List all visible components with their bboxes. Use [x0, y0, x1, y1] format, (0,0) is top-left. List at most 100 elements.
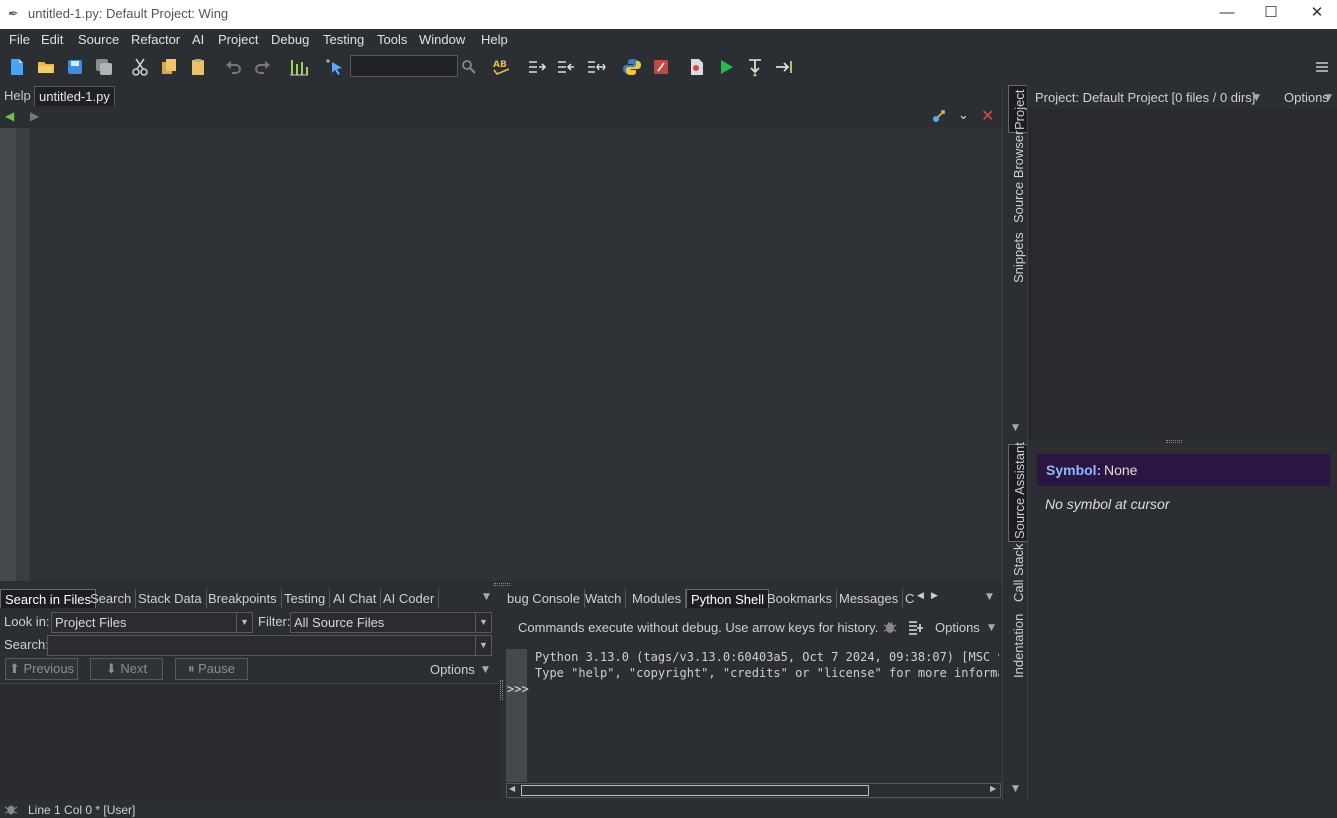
menu-ai[interactable]: AI — [192, 32, 204, 47]
tab-c[interactable]: C — [901, 589, 918, 608]
tab-debug-console[interactable]: bug Console — [503, 589, 585, 608]
previous-button[interactable]: ⬆ Previous — [5, 658, 78, 680]
tab-modules[interactable]: Modules — [628, 589, 687, 608]
menu-source[interactable]: Source — [78, 32, 119, 47]
tab-scroll-right-icon[interactable]: ▶ — [931, 591, 938, 601]
chevron-down-icon[interactable]: ▼ — [988, 623, 995, 633]
editor-options-icon[interactable] — [931, 108, 947, 124]
horizontal-scrollbar[interactable]: ◀ ▶ — [506, 783, 1001, 798]
shell-options-menu[interactable]: Options — [935, 620, 980, 635]
shell-output[interactable]: >>> Python 3.13.0 (tags/v3.13.0:60403a5,… — [506, 649, 1001, 782]
tab-search-in-files[interactable]: Search in Files — [0, 589, 96, 608]
outdent-icon[interactable] — [556, 57, 576, 77]
bug-icon[interactable] — [882, 619, 898, 635]
menu-tools[interactable]: Tools — [377, 32, 407, 47]
next-button[interactable]: ⬇ Next — [90, 658, 163, 680]
left-options-menu[interactable]: Options — [430, 662, 475, 677]
reformat-icon[interactable] — [586, 57, 606, 77]
chevron-down-icon[interactable]: ⌄ — [958, 108, 969, 123]
debug-status-icon[interactable] — [4, 802, 18, 816]
tab-help[interactable]: Help — [0, 86, 35, 106]
menu-help[interactable]: Help — [481, 32, 508, 47]
indent-icon[interactable] — [527, 57, 547, 77]
project-options-menu[interactable]: Options — [1284, 90, 1329, 105]
scrollbar-thumb[interactable] — [521, 785, 869, 796]
menu-window[interactable]: Window — [419, 32, 465, 47]
spell-check-icon[interactable]: AB — [492, 57, 512, 77]
panel-menu-arrow-icon[interactable]: ▼ — [483, 592, 490, 602]
search-results-list[interactable] — [0, 683, 499, 800]
filter-select[interactable]: All Source Files ▼ — [290, 612, 492, 633]
menu-edit[interactable]: Edit — [41, 32, 63, 47]
undo-icon[interactable] — [224, 57, 244, 77]
toolbar-search-input[interactable] — [350, 55, 458, 77]
back-arrow-icon[interactable]: ◀ — [5, 109, 14, 123]
tab-search[interactable]: Search — [86, 589, 137, 608]
scroll-right-icon[interactable]: ▶ — [990, 784, 996, 793]
menu-refactor[interactable]: Refactor — [131, 32, 180, 47]
select-pointer-icon[interactable] — [325, 57, 345, 77]
minimize-button[interactable]: — — [1212, 3, 1242, 25]
search-input[interactable]: ▼ — [47, 635, 492, 656]
shell-actions-icon[interactable] — [908, 619, 924, 635]
chevron-down-icon[interactable]: ▼ — [1012, 784, 1019, 794]
tab-messages[interactable]: Messages — [835, 589, 904, 608]
panel-menu-arrow-icon[interactable]: ▼ — [986, 592, 993, 602]
cursor-position: Line 1 Col 0 * [User] — [28, 803, 136, 817]
save-all-icon[interactable] — [94, 57, 114, 77]
scroll-left-icon[interactable]: ◀ — [509, 784, 515, 793]
look-in-select[interactable]: Project Files ▼ — [51, 612, 253, 633]
redo-icon[interactable] — [252, 57, 272, 77]
menu-project[interactable]: Project — [218, 32, 258, 47]
new-file-icon[interactable] — [7, 57, 27, 77]
tab-ai-chat[interactable]: AI Chat — [329, 589, 382, 608]
tab-untitled-1[interactable]: untitled-1.py — [34, 86, 115, 106]
python-icon[interactable] — [622, 57, 642, 77]
menu-testing[interactable]: Testing — [323, 32, 364, 47]
tab-ai-coder[interactable]: AI Coder — [379, 589, 440, 608]
tab-watch[interactable]: Watch — [581, 589, 627, 608]
close-window-button[interactable]: ✕ — [1302, 3, 1332, 25]
tab-testing[interactable]: Testing — [280, 589, 331, 608]
maximize-button[interactable]: ☐ — [1256, 3, 1286, 25]
menu-debug[interactable]: Debug — [271, 32, 309, 47]
pause-button[interactable]: ⏸ Pause — [175, 658, 248, 680]
save-icon[interactable] — [65, 57, 85, 77]
step-into-icon[interactable] — [745, 57, 765, 77]
splitter-grip-right[interactable] — [1166, 440, 1182, 443]
menu-icon[interactable] — [1312, 57, 1332, 77]
shell-line-1: Python 3.13.0 (tags/v3.13.0:60403a5, Oct… — [535, 650, 999, 664]
tab-stack-data[interactable]: Stack Data — [134, 589, 207, 608]
close-editor-icon[interactable]: ✕ — [981, 106, 994, 125]
splitter-grip-horizontal[interactable] — [494, 583, 510, 586]
step-over-icon[interactable] — [774, 57, 794, 77]
forward-arrow-icon[interactable]: ▶ — [30, 109, 39, 123]
chevron-down-icon[interactable]: ▼ — [1253, 93, 1260, 103]
tab-project[interactable]: Project — [1008, 85, 1028, 133]
tab-source-assistant[interactable]: Source Assistant — [1008, 442, 1028, 542]
run-icon[interactable] — [716, 57, 736, 77]
breakpoint-file-icon[interactable] — [687, 57, 707, 77]
menu-file[interactable]: File — [9, 32, 30, 47]
open-folder-icon[interactable] — [36, 57, 56, 77]
tab-indentation[interactable]: Indentation — [1008, 604, 1028, 680]
copy-icon[interactable] — [159, 57, 179, 77]
project-title[interactable]: Project: Default Project [0 files / 0 di… — [1035, 90, 1255, 105]
tab-snippets[interactable]: Snippets — [1008, 225, 1028, 285]
paste-icon[interactable] — [188, 57, 208, 77]
chevron-down-icon[interactable]: ▼ — [1325, 93, 1332, 103]
project-tree[interactable] — [1028, 109, 1337, 440]
search-icon[interactable] — [459, 57, 479, 77]
tab-python-shell[interactable]: Python Shell — [686, 589, 769, 608]
chevron-down-icon[interactable]: ▼ — [1012, 423, 1019, 433]
tab-breakpoints[interactable]: Breakpoints — [204, 589, 282, 608]
cut-icon[interactable] — [130, 57, 150, 77]
stop-debug-icon[interactable] — [651, 57, 671, 77]
tab-call-stack[interactable]: Call Stack — [1008, 542, 1028, 604]
indent-guides-icon[interactable] — [289, 57, 309, 77]
chevron-down-icon[interactable]: ▼ — [482, 665, 489, 675]
code-editor[interactable] — [0, 128, 1002, 581]
tab-bookmarks[interactable]: Bookmarks — [763, 589, 838, 608]
tab-scroll-left-icon[interactable]: ◀ — [917, 591, 924, 601]
tab-source-browser[interactable]: Source Browser — [1008, 131, 1028, 225]
